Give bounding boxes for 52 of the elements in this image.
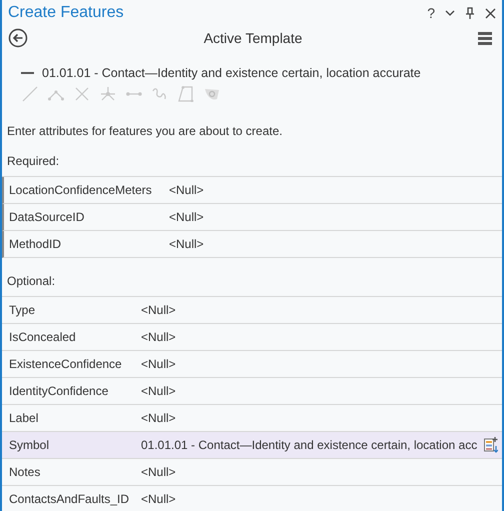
- attribute-value: <Null>: [141, 492, 176, 506]
- attribute-name: IsConcealed: [9, 330, 77, 344]
- window-title: Create Features: [8, 4, 124, 22]
- attribute-row[interactable]: Symbol 01.01.01 - Contact—Identity and existence certain, location acc: [2, 432, 502, 459]
- trace-tool-icon[interactable]: [204, 86, 220, 102]
- attribute-row[interactable]: MethodID <Null>: [2, 231, 502, 258]
- back-icon[interactable]: [8, 28, 28, 48]
- pin-icon[interactable]: [465, 7, 475, 19]
- section-heading: Required:: [6, 153, 60, 170]
- symbol-picker-icon[interactable]: [484, 437, 498, 453]
- attribute-name: IdentityConfidence: [9, 384, 110, 398]
- attribute-row[interactable]: ExistenceConfidence <Null>: [2, 351, 502, 378]
- close-icon[interactable]: [485, 8, 496, 18]
- attribute-row[interactable]: Type <Null>: [2, 297, 502, 324]
- attribute-row[interactable]: Notes <Null>: [2, 459, 502, 486]
- attribute-value: <Null>: [169, 237, 204, 251]
- attribute-value: 01.01.01 - Contact—Identity and existence certain, location acc: [141, 438, 478, 452]
- line-tool-icon[interactable]: [22, 86, 38, 102]
- dropdown-icon[interactable]: [445, 9, 455, 17]
- attribute-row[interactable]: IdentityConfidence <Null>: [2, 378, 502, 405]
- instruction-text: Enter attributes for features you are about to create.: [7, 124, 284, 138]
- line-symbol-icon: [21, 72, 34, 74]
- attribute-name: Symbol: [9, 438, 50, 452]
- template-name: 01.01.01 - Contact—Identity and existence certain, location accurate: [42, 66, 421, 80]
- attribute-value: <Null>: [141, 330, 176, 344]
- attribute-name: ExistenceConfidence: [9, 357, 123, 371]
- attribute-value: <Null>: [141, 384, 176, 398]
- attribute-name: Type: [9, 303, 36, 317]
- attribute-value: <Null>: [141, 357, 176, 371]
- section-heading: Optional:: [6, 273, 56, 290]
- attribute-value: <Null>: [169, 210, 204, 224]
- attribute-name: ContactsAndFaults_ID: [9, 492, 130, 506]
- attribute-row[interactable]: DataSourceID <Null>: [2, 204, 502, 231]
- attribute-row[interactable]: LocationConfidenceMeters <Null>: [2, 177, 502, 204]
- attribute-row[interactable]: IsConcealed <Null>: [2, 324, 502, 351]
- cross-tool-icon[interactable]: [74, 86, 90, 102]
- attribute-row[interactable]: ContactsAndFaults_ID <Null>: [2, 486, 502, 511]
- attribute-name: Label: [9, 411, 40, 425]
- panel-title: Active Template: [204, 30, 302, 46]
- attribute-name: LocationConfidenceMeters: [9, 183, 153, 197]
- attribute-value: <Null>: [141, 411, 176, 425]
- attribute-value: <Null>: [141, 465, 176, 479]
- freehand-tool-icon[interactable]: [152, 86, 168, 102]
- help-button[interactable]: ?: [427, 5, 435, 21]
- menu-icon[interactable]: [478, 32, 492, 44]
- attribute-value: <Null>: [169, 183, 204, 197]
- attribute-name: MethodID: [9, 237, 62, 251]
- node-tool-icon[interactable]: [100, 86, 116, 102]
- attribute-value: <Null>: [141, 303, 176, 317]
- attribute-name: DataSourceID: [9, 210, 86, 224]
- polygon-tool-icon[interactable]: [178, 86, 194, 102]
- attribute-name: Notes: [9, 465, 42, 479]
